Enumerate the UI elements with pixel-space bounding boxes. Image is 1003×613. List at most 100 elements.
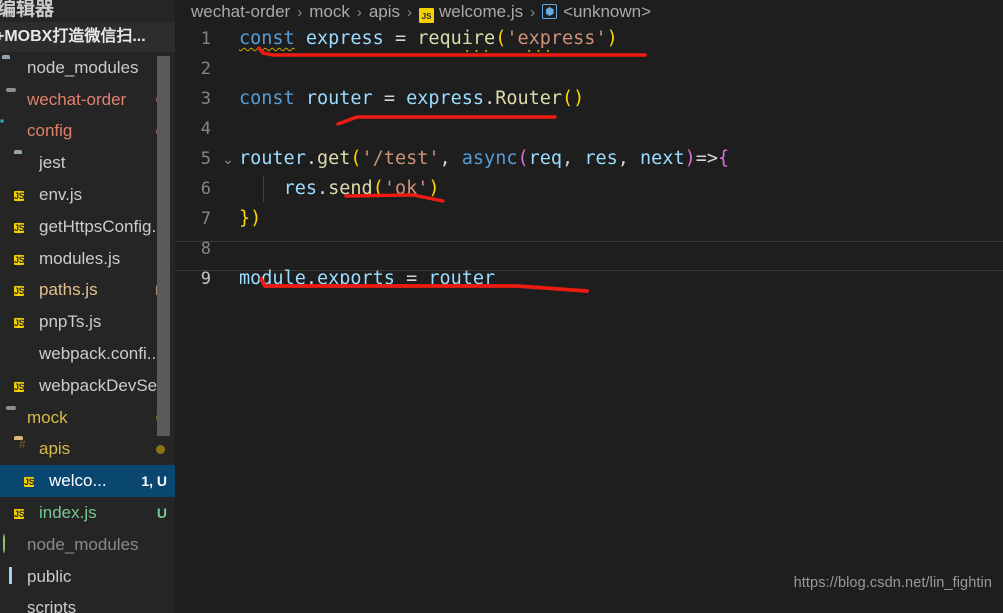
tree-item-label: getHttpsConfig... bbox=[39, 216, 166, 236]
tree-item-node-modules[interactable]: node_modules bbox=[0, 52, 175, 84]
tree-item-index-js[interactable]: JS index.js U bbox=[0, 497, 175, 529]
line-number: 4 bbox=[200, 119, 211, 139]
tree-item-label: webpackDevSe... bbox=[39, 375, 171, 395]
tree-item-wechat-order[interactable]: wechat-order bbox=[0, 84, 175, 116]
js-file-icon: JS bbox=[14, 509, 25, 520]
tree-item-label: apis bbox=[39, 439, 71, 459]
code-line-4[interactable]: 4 bbox=[175, 114, 1003, 144]
fold-chevron-down-icon[interactable]: ⌄ bbox=[217, 144, 239, 174]
vscode-window: 编辑器 +MOBX打造微信扫... node_modules wechat-ord… bbox=[0, 0, 1003, 613]
code-line-text: res.send('ok') bbox=[283, 178, 440, 199]
tree-item-env-js[interactable]: JS env.js bbox=[0, 179, 175, 211]
tree-item-webpackdevse[interactable]: JS webpackDevSe... bbox=[0, 370, 175, 402]
breadcrumb-item-0[interactable]: wechat-order bbox=[191, 2, 290, 22]
tree-item-webpack-confi[interactable]: webpack.confi... bbox=[0, 338, 175, 370]
gear-icon bbox=[2, 121, 22, 141]
tree-item-jest[interactable]: jest bbox=[0, 147, 175, 179]
breadcrumb-item-4[interactable]: <unknown> bbox=[542, 2, 651, 22]
explorer-title-clipped: 编辑器 bbox=[0, 0, 175, 20]
breadcrumb-item-label: <unknown> bbox=[563, 2, 652, 21]
code-line-7[interactable]: 7}) bbox=[175, 204, 1003, 234]
tree-item-pnpts-js[interactable]: JS pnpTs.js bbox=[0, 306, 175, 338]
line-number: 2 bbox=[200, 59, 211, 79]
sidebar-scrollbar-thumb[interactable] bbox=[157, 56, 170, 436]
code-line-text: }) bbox=[239, 208, 262, 229]
line-number: 5 bbox=[200, 149, 211, 169]
tree-item-badge: U bbox=[156, 505, 167, 522]
package-icon bbox=[2, 408, 22, 428]
code-line-text: const express = require('express') bbox=[239, 28, 618, 49]
code-line-3[interactable]: 3 const router = express.Router() bbox=[175, 84, 1003, 114]
tree-item-welco[interactable]: JS welco... 1, U bbox=[0, 465, 175, 498]
code-line-1[interactable]: 1 const express = require('express') ··· ··… bbox=[175, 24, 1003, 60]
code-line-2[interactable]: 2 bbox=[175, 54, 1003, 84]
breadcrumb-item-3[interactable]: JS welcome.js bbox=[419, 2, 523, 23]
tree-item-mock[interactable]: mock bbox=[0, 402, 175, 434]
explorer-sidebar: 编辑器 +MOBX打造微信扫... node_modules wechat-ord… bbox=[0, 0, 175, 613]
js-file-icon: JS bbox=[24, 477, 35, 488]
code-area[interactable]: 1 const express = require('express') ··· ··… bbox=[175, 24, 1003, 613]
editor-pane: wechat-order › mock › apis › JS welcome.js › <unk… bbox=[175, 0, 1003, 613]
explorer-section-label: +MOBX打造微信扫... bbox=[0, 28, 146, 45]
tree-item-label: modules.js bbox=[39, 248, 121, 268]
watermark: https://blog.csdn.net/lin_fightin bbox=[793, 575, 992, 591]
tree-item-public[interactable]: public bbox=[0, 561, 175, 593]
folder-icon bbox=[14, 153, 34, 173]
js-file-icon: JS bbox=[14, 318, 25, 329]
tree-item-scripts[interactable]: scripts bbox=[0, 593, 175, 613]
npm-icon bbox=[2, 533, 22, 555]
file-tree[interactable]: node_modules wechat-order config jest JS env.… bbox=[0, 52, 175, 613]
tree-item-label: node_modules bbox=[27, 57, 139, 77]
tree-item-label: env.js bbox=[39, 185, 83, 205]
tree-item-modules-js[interactable]: JS modules.js bbox=[0, 243, 175, 275]
indent-guide bbox=[263, 176, 264, 202]
code-line-6[interactable]: 6 res.send('ok') bbox=[175, 174, 1003, 204]
cube-icon bbox=[14, 344, 34, 364]
line-number: 6 bbox=[200, 179, 211, 199]
code-line-text: const router = express.Router() bbox=[239, 88, 585, 109]
tree-item-badge: 1, U bbox=[141, 473, 167, 490]
tree-item-label: jest bbox=[39, 153, 66, 173]
tree-item-label: config bbox=[27, 121, 73, 141]
js-file-icon: JS bbox=[419, 7, 435, 23]
breadcrumb-item-1[interactable]: mock bbox=[309, 2, 350, 22]
tree-item-apis[interactable]: apis bbox=[0, 434, 175, 466]
tree-item-label: webpack.confi... bbox=[39, 344, 161, 364]
tree-item-label: node_modules bbox=[27, 534, 139, 554]
globe-icon bbox=[2, 567, 22, 587]
code-line-8[interactable]: 8 bbox=[175, 234, 1003, 264]
line-number: 9 bbox=[200, 269, 211, 289]
tree-item-paths-js[interactable]: JSpaths.jsM bbox=[0, 275, 175, 307]
breadcrumb-separator-icon: › bbox=[407, 3, 413, 21]
code-line-text: module.exports = router bbox=[239, 268, 496, 289]
tree-item-config[interactable]: config bbox=[0, 116, 175, 148]
js-file-icon: JS bbox=[14, 254, 25, 265]
js-file-icon: JS bbox=[14, 381, 25, 392]
line-number: 7 bbox=[200, 209, 211, 229]
js-file-icon: JS bbox=[14, 286, 25, 297]
line-number: 1 bbox=[200, 29, 211, 49]
breadcrumb-separator-icon: › bbox=[530, 3, 536, 21]
breadcrumb-item-label: welcome.js bbox=[439, 1, 524, 21]
code-line-text: router.get('/test', async(req, res, next… bbox=[239, 148, 730, 169]
tree-item-label: paths.js bbox=[39, 280, 98, 300]
tree-item-label: public bbox=[27, 566, 72, 586]
code-line-9[interactable]: 9 module.exports = router bbox=[175, 264, 1003, 294]
tree-item-label: wechat-order bbox=[27, 89, 127, 109]
breadcrumb-separator-icon: › bbox=[356, 3, 362, 21]
tree-item-label: welco... bbox=[49, 471, 107, 491]
breadcrumb[interactable]: wechat-order › mock › apis › JS welcome.js › <unk… bbox=[175, 0, 1003, 24]
js-file-icon: JS bbox=[14, 222, 25, 233]
scroll-icon bbox=[2, 598, 22, 613]
tree-item-label: index.js bbox=[39, 503, 97, 523]
tree-item-gethttpsconfig[interactable]: JS getHttpsConfig... bbox=[0, 211, 175, 243]
breadcrumb-item-2[interactable]: apis bbox=[369, 2, 400, 22]
line-number: 3 bbox=[200, 89, 211, 109]
symbol-icon bbox=[542, 4, 558, 19]
js-file-icon: JS bbox=[14, 191, 25, 202]
explorer-section-header[interactable]: +MOBX打造微信扫... bbox=[0, 22, 175, 52]
code-line-5[interactable]: 5 ⌄ router.get('/test', async(req, res, ne… bbox=[175, 144, 1003, 174]
folder-yellow-icon bbox=[14, 439, 34, 459]
tree-item-node-modules[interactable]: node_modules bbox=[0, 529, 175, 561]
breadcrumb-separator-icon: › bbox=[297, 3, 303, 21]
